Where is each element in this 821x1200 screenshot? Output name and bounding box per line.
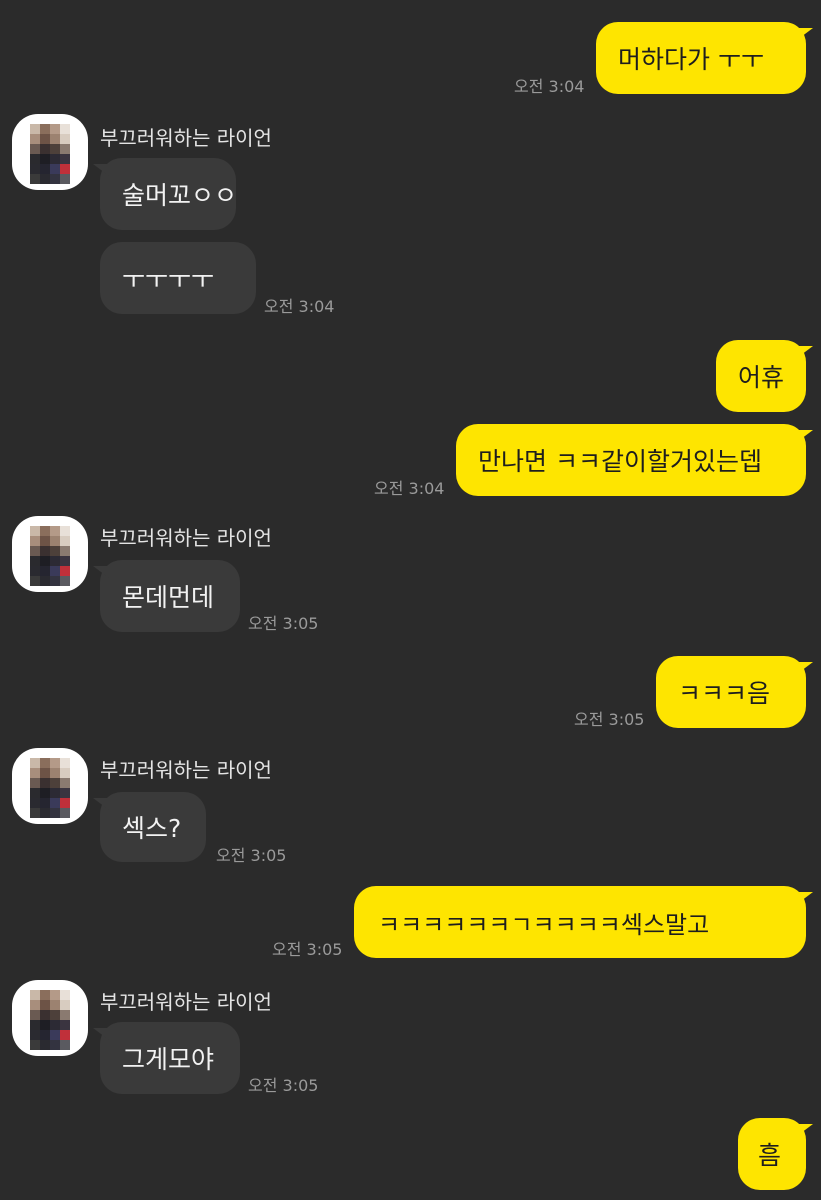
contact-avatar[interactable]: [12, 748, 88, 824]
their-message-bubble[interactable]: 술머꼬ㅇㅇ: [93, 158, 237, 230]
message-timestamp: 오전 3:05: [574, 710, 645, 729]
avatar-icon: [30, 990, 70, 1050]
contact-name: 부끄러워하는 라이언: [100, 126, 272, 150]
message-timestamp: 오전 3:05: [248, 614, 319, 633]
their-message-bubble[interactable]: 그게모야: [93, 1022, 240, 1094]
my-message-bubble[interactable]: ㅋㅋㅋㅋㅋㅋㄱㅋㅋㅋㅋ섹스말고: [354, 886, 813, 958]
contact-avatar[interactable]: [12, 114, 88, 190]
contact-avatar[interactable]: [12, 516, 88, 592]
avatar-icon: [30, 124, 70, 184]
message-timestamp: 오전 3:05: [216, 846, 287, 865]
message-timestamp: 오전 3:05: [272, 940, 343, 959]
my-message-bubble[interactable]: 만나면 ㅋㅋ같이할거있는뎁: [456, 424, 813, 496]
message-timestamp: 오전 3:04: [374, 479, 445, 498]
their-message-bubble[interactable]: ㅜㅜㅜㅜ: [100, 242, 256, 314]
their-message-bubble[interactable]: 몬데먼데: [93, 560, 240, 632]
my-message-bubble[interactable]: ㅋㅋㅋ음: [656, 656, 813, 728]
contact-name: 부끄러워하는 라이언: [100, 526, 272, 550]
message-timestamp: 오전 3:04: [514, 77, 585, 96]
contact-avatar[interactable]: [12, 980, 88, 1056]
avatar-icon: [30, 758, 70, 818]
message-timestamp: 오전 3:04: [264, 297, 335, 316]
contact-name: 부끄러워하는 라이언: [100, 990, 272, 1014]
contact-name: 부끄러워하는 라이언: [100, 758, 272, 782]
avatar-icon: [30, 526, 70, 586]
my-message-bubble[interactable]: 어휴: [716, 340, 813, 412]
message-timestamp: 오전 3:05: [248, 1076, 319, 1095]
my-message-bubble[interactable]: 흠: [738, 1118, 813, 1190]
their-message-bubble[interactable]: 섹스?: [93, 792, 206, 862]
my-message-bubble[interactable]: 머하다가 ㅜㅜ: [596, 22, 813, 94]
